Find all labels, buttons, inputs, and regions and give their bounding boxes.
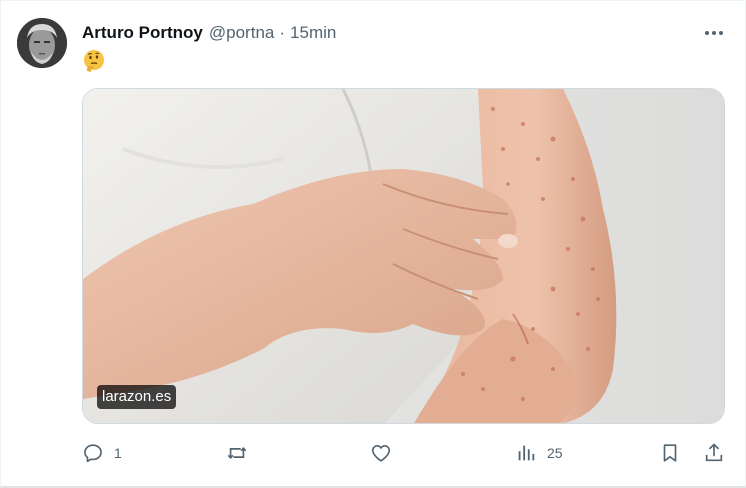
more-dot [719,31,723,35]
tweet-header: Arturo Portnoy @portna · 15min [82,21,336,45]
separator-dot: · [279,23,286,42]
avatar-image [17,18,67,68]
media-source-label[interactable]: larazon.es [97,385,177,409]
tweet-actions: 1 25 [1,437,746,469]
avatar[interactable] [17,18,67,68]
more-horizontal-icon [705,31,709,35]
more-options-button[interactable] [701,23,727,43]
reply-icon [84,444,102,463]
arm-rash-photo [83,89,724,423]
views-count: 25 [547,445,563,461]
views-icon [518,445,535,461]
author-name[interactable]: Arturo Portnoy [82,23,203,43]
like-button[interactable] [370,437,402,469]
repost-button[interactable] [226,437,258,469]
thinking-face-emoji [84,50,104,72]
repost-icon [227,447,247,459]
views-button[interactable]: 25 [515,437,563,469]
tweet-text [82,49,106,79]
author-handle[interactable]: @portna [209,23,274,43]
like-icon [371,445,391,462]
share-icon [705,443,723,462]
reply-count: 1 [114,445,122,461]
reply-button[interactable]: 1 [82,437,122,469]
bookmark-button[interactable] [659,437,681,469]
post-time[interactable]: 15min [290,23,336,43]
more-dot [712,31,716,35]
tweet-media-image[interactable] [82,88,725,424]
bookmark-icon [663,444,677,462]
share-button[interactable] [703,437,725,469]
tweet-card[interactable]: Arturo Portnoy @portna · 15min larazon.e… [0,0,746,488]
